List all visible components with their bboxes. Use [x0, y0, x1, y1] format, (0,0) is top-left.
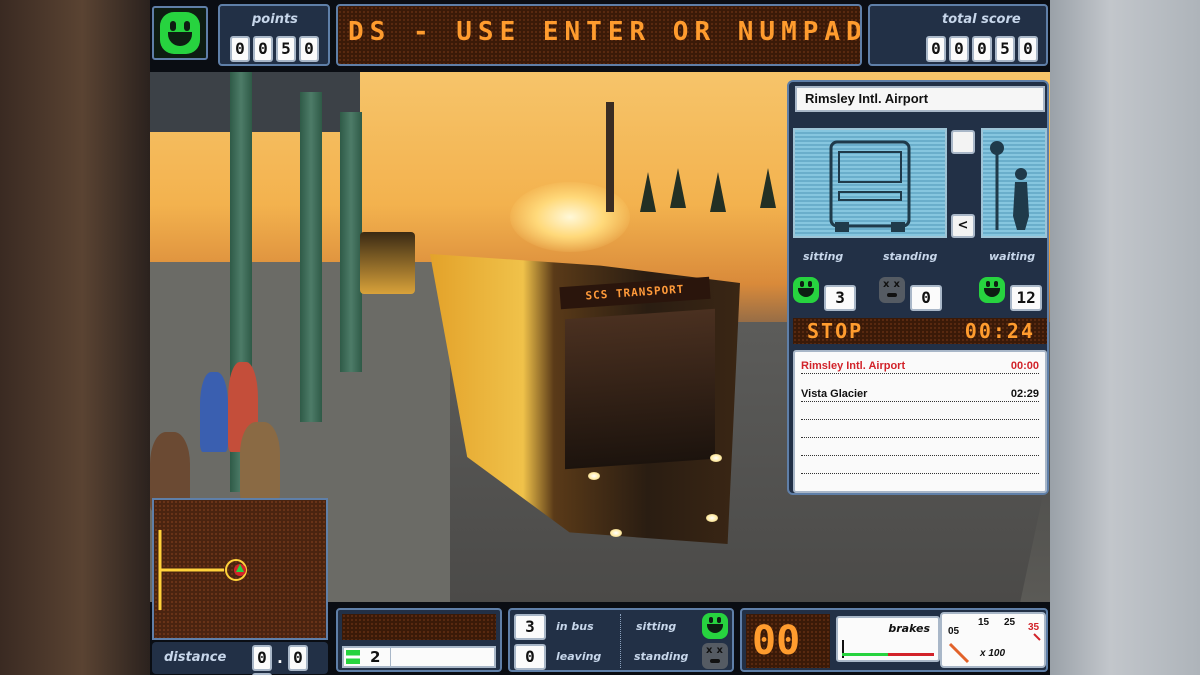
waiting-count: 12	[1010, 285, 1043, 311]
letterbox-right	[1050, 0, 1200, 675]
brakes-gauge: brakes	[836, 616, 940, 662]
schedule-row	[801, 438, 1039, 456]
standing-indicator: xx 0	[879, 277, 943, 311]
score-digit: 5	[995, 36, 1015, 62]
points-digit: 0	[299, 36, 319, 62]
total-score-panel: total score 00050	[868, 4, 1048, 66]
route-panel: Rimsley Intl. Airport < sitting standing…	[787, 80, 1049, 495]
points-counter: 0050	[230, 36, 322, 62]
tree	[760, 168, 776, 208]
tree	[710, 172, 726, 212]
schedule-row: Vista Glacier 02:29	[801, 374, 1039, 402]
back-button[interactable]: <	[951, 214, 975, 238]
brakes-bar	[842, 653, 934, 656]
shelter-pillar	[340, 112, 362, 372]
minimap	[152, 498, 328, 640]
happy-face-icon	[702, 613, 728, 639]
sitting-indicator: 3	[793, 277, 857, 311]
tv-tower	[606, 102, 614, 212]
in-bus-count: 3	[514, 614, 546, 640]
letterbox-left	[0, 0, 150, 675]
headlight	[706, 514, 718, 522]
bus-stop-view	[981, 128, 1047, 238]
gear-led-display	[342, 614, 496, 640]
speed-display: 00	[746, 614, 830, 668]
stop-timer-display: STOP 00:24	[793, 318, 1047, 344]
headlight	[588, 472, 600, 480]
happy-face-icon	[793, 277, 819, 303]
happy-face-icon	[979, 277, 1005, 303]
points-digit: 5	[276, 36, 296, 62]
passenger	[240, 422, 280, 502]
route-map	[158, 530, 247, 610]
score-digit: 0	[949, 36, 969, 62]
distant-bus	[360, 232, 415, 294]
points-digit: 0	[253, 36, 273, 62]
distance-panel: distance 0.00	[152, 642, 328, 675]
shelter-roof	[150, 72, 360, 132]
total-score-label: total score	[942, 12, 1021, 27]
distance-counter: 0.00	[252, 645, 328, 675]
total-score-counter: 00050	[926, 36, 1041, 62]
bus-windshield	[565, 308, 715, 470]
route-schedule: Rimsley Intl. Airport 00:00 Vista Glacier…	[793, 350, 1047, 493]
schedule-stop: Vista Glacier	[801, 388, 868, 400]
standing-count: 0	[910, 285, 943, 311]
bottom-standing-label: standing	[634, 650, 689, 663]
points-digit: 0	[230, 36, 250, 62]
schedule-row	[801, 420, 1039, 438]
distance-decimal: .	[275, 648, 285, 667]
tacho-needle	[948, 633, 1041, 664]
game-viewport: SCS TRANSPORT points 0050 DS - USE ENTER…	[150, 0, 1050, 675]
distance-label: distance	[164, 650, 227, 665]
waiting-label: waiting	[989, 250, 1036, 263]
headlight	[710, 454, 722, 462]
bus-front-icon	[829, 140, 911, 232]
sitting-label: sitting	[803, 250, 844, 263]
leaving-count: 0	[514, 644, 546, 670]
bus-door-view	[793, 128, 947, 238]
points-label: points	[252, 12, 298, 27]
score-digit: 0	[972, 36, 992, 62]
door-toggle-button[interactable]	[951, 130, 975, 154]
sitting-count: 3	[824, 285, 857, 311]
distance-digit: 0	[252, 645, 272, 671]
schedule-time: 02:29	[1010, 388, 1039, 400]
distance-digit: 0	[288, 645, 308, 671]
waiting-indicator: 12	[979, 277, 1043, 311]
bottom-sitting-label: sitting	[636, 620, 677, 633]
gear-icon	[346, 650, 360, 664]
tree	[640, 172, 656, 212]
message-ticker: DS - USE ENTER OR NUMPAD	[336, 4, 862, 66]
score-digit: 0	[1018, 36, 1038, 62]
headlight	[610, 529, 622, 537]
gear-indicator: 2	[342, 646, 496, 668]
schedule-row	[801, 402, 1039, 420]
player-bus: SCS TRANSPORT	[430, 244, 740, 554]
brakes-label: brakes	[888, 622, 930, 635]
schedule-row	[801, 456, 1039, 474]
tree	[670, 168, 686, 208]
passenger-flow-panel: 3 in bus 0 leaving sitting standing xx	[508, 608, 734, 672]
in-bus-label: in bus	[556, 620, 594, 633]
stop-label: STOP	[807, 319, 864, 343]
waiting-passenger-icon	[990, 141, 1029, 230]
shelter-pillar	[300, 92, 322, 422]
score-digit: 0	[926, 36, 946, 62]
stop-time: 00:24	[964, 319, 1035, 343]
happiness-face-icon	[152, 6, 208, 60]
leaving-label: leaving	[556, 650, 602, 663]
schedule-time: 00:00	[1010, 360, 1039, 372]
tachometer: 05 15 25 35 x 100	[940, 612, 1046, 668]
destination-display: Rimsley Intl. Airport	[795, 86, 1045, 112]
schedule-row: Rimsley Intl. Airport 00:00	[801, 356, 1039, 374]
gear-panel: 2	[336, 608, 502, 672]
points-panel: points 0050	[218, 4, 330, 66]
passenger	[200, 372, 228, 452]
neutral-face-icon: xx	[879, 277, 905, 303]
gear-value: 2	[370, 648, 381, 666]
standing-label: standing	[883, 250, 938, 263]
schedule-stop: Rimsley Intl. Airport	[801, 360, 906, 372]
neutral-face-icon: xx	[702, 643, 728, 669]
